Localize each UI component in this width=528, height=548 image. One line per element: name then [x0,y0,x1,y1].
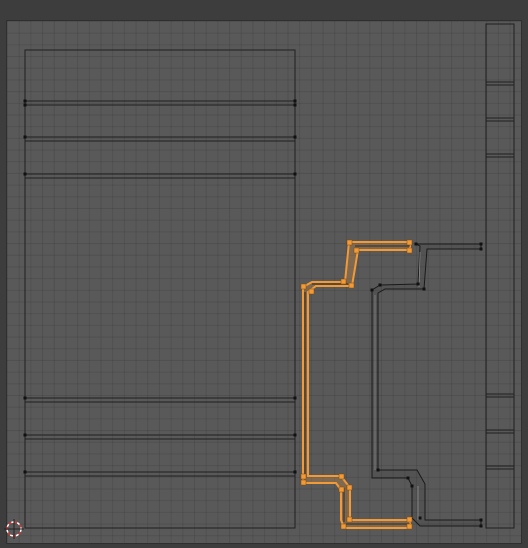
uv-vertex[interactable] [370,288,374,292]
uv-vertices-large-panel[interactable] [23,99,297,474]
uv-vertex-selected[interactable] [300,473,307,480]
island-outline[interactable] [485,23,515,529]
uv-vertex[interactable] [293,103,297,107]
uv-vertex[interactable] [23,433,27,437]
uv-vertex[interactable] [418,516,422,520]
uv-vertex-selected[interactable] [340,278,347,285]
island-outline[interactable] [371,243,482,527]
2d-cursor-icon[interactable] [4,519,24,539]
uv-vertex[interactable] [293,135,297,139]
uv-island-vertical-strip[interactable] [485,23,515,529]
uv-vertex-selected[interactable] [346,239,353,246]
uv-vertex[interactable] [410,484,414,488]
uv-vertex[interactable] [479,524,483,528]
uv-editor-viewport[interactable] [0,0,528,548]
uv-vertex-selected[interactable] [406,523,413,530]
uv-vertex[interactable] [293,396,297,400]
uv-vertex[interactable] [293,172,297,176]
uv-vertex[interactable] [23,470,27,474]
uv-vertex-selected[interactable] [346,484,353,491]
uv-vertex-selected[interactable] [338,486,345,493]
uv-vertex-selected[interactable] [300,283,307,290]
uv-island-profile-unselected[interactable] [371,243,482,527]
uv-vertex-selected[interactable] [300,479,307,486]
uv-vertex[interactable] [293,433,297,437]
uv-vertex[interactable] [293,99,297,103]
uv-mesh-canvas[interactable] [0,0,528,548]
uv-vertex[interactable] [378,283,382,287]
uv-vertex-selected[interactable] [308,288,315,295]
uv-vertex[interactable] [23,396,27,400]
uv-vertex-selected[interactable] [406,247,413,254]
uv-vertex[interactable] [479,247,483,251]
uv-vertex[interactable] [23,135,27,139]
uv-vertex-selected[interactable] [340,523,347,530]
uv-vertex-selected[interactable] [338,473,345,480]
uv-vertex[interactable] [479,518,483,522]
uv-vertex-selected[interactable] [406,516,413,523]
uv-vertex[interactable] [416,282,420,286]
uv-vertex[interactable] [422,287,426,291]
uv-vertex[interactable] [376,468,380,472]
uv-vertex-selected[interactable] [346,516,353,523]
uv-island-large-panel[interactable] [24,49,296,529]
uv-vertex[interactable] [406,476,410,480]
uv-vertex[interactable] [23,103,27,107]
uv-vertex[interactable] [23,172,27,176]
uv-vertex-selected[interactable] [406,239,413,246]
uv-vertex-selected[interactable] [353,247,360,254]
island-outline[interactable] [24,49,296,529]
uv-vertex[interactable] [23,99,27,103]
uv-vertex[interactable] [479,242,483,246]
uv-vertex[interactable] [293,470,297,474]
uv-vertex[interactable] [414,242,418,246]
uv-vertex-selected[interactable] [348,282,355,289]
